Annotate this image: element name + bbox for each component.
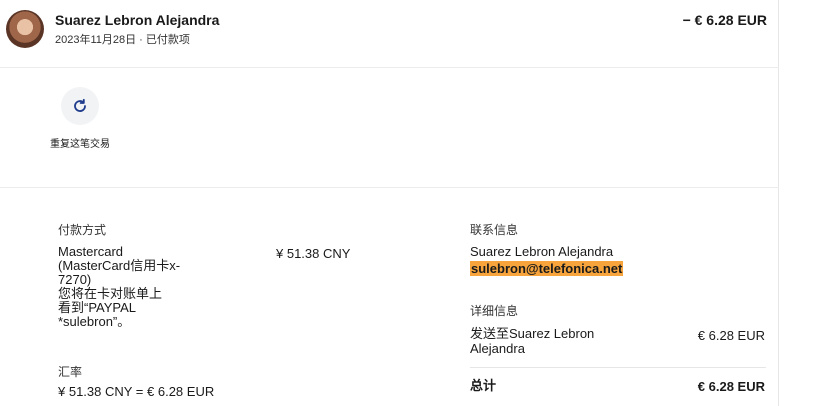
avatar: [6, 10, 44, 48]
repeat-transaction-button[interactable]: [61, 87, 99, 125]
contact-email-row: sulebron@telefonica.net: [470, 261, 624, 276]
card-type: (MasterCard信用卡x-: [58, 258, 181, 273]
repeat-label-text: 重复这笔交易: [50, 139, 110, 150]
contact-info-label: 联系信息: [470, 223, 519, 237]
details-divider: [470, 367, 766, 368]
payment-method-label: 付款方式: [58, 223, 107, 237]
total-amount: € 6.28 EUR: [697, 379, 765, 394]
exchange-rate-label: 汇率: [58, 365, 83, 379]
total-label: 总计: [470, 378, 497, 393]
sent-to-line1: 发送至Suarez Lebron: [470, 326, 595, 341]
repeat-section: 重复这笔交易: [0, 68, 779, 188]
details-label: 详细信息: [470, 304, 519, 318]
card-name: Mastercard: [58, 244, 124, 259]
card-number: 7270): [58, 272, 92, 287]
transaction-header: Suarez Lebron Alejandra 2023年11月28日 · 已付…: [0, 0, 779, 68]
statement-note-line1: 您将在卡对账单上: [58, 286, 163, 301]
refresh-icon: [74, 98, 86, 112]
sent-amount: € 6.28 EUR: [697, 328, 765, 343]
statement-note-line2: 看到“PAYPAL: [58, 300, 137, 315]
repeat-transaction-label[interactable]: 重复这笔交易: [44, 138, 116, 151]
exchange-rate-value: ¥ 51.38 CNY = € 6.28 EUR: [58, 384, 215, 399]
payment-amount-cny: ¥ 51.38 CNY: [276, 246, 351, 261]
statement-note-line3: *sulebron”。: [58, 314, 131, 329]
transaction-detail-panel: Suarez Lebron Alejandra 2023年11月28日 · 已付…: [0, 0, 779, 406]
contact-email[interactable]: sulebron@telefonica.net: [470, 261, 624, 276]
counterparty-name: Suarez Lebron Alejandra: [55, 12, 220, 28]
transaction-amount: − € 6.28 EUR: [682, 12, 767, 28]
transaction-date-status: 2023年11月28日 · 已付款项: [55, 34, 190, 46]
sent-to-line2: Alejandra: [470, 341, 525, 356]
contact-name: Suarez Lebron Alejandra: [470, 244, 614, 259]
